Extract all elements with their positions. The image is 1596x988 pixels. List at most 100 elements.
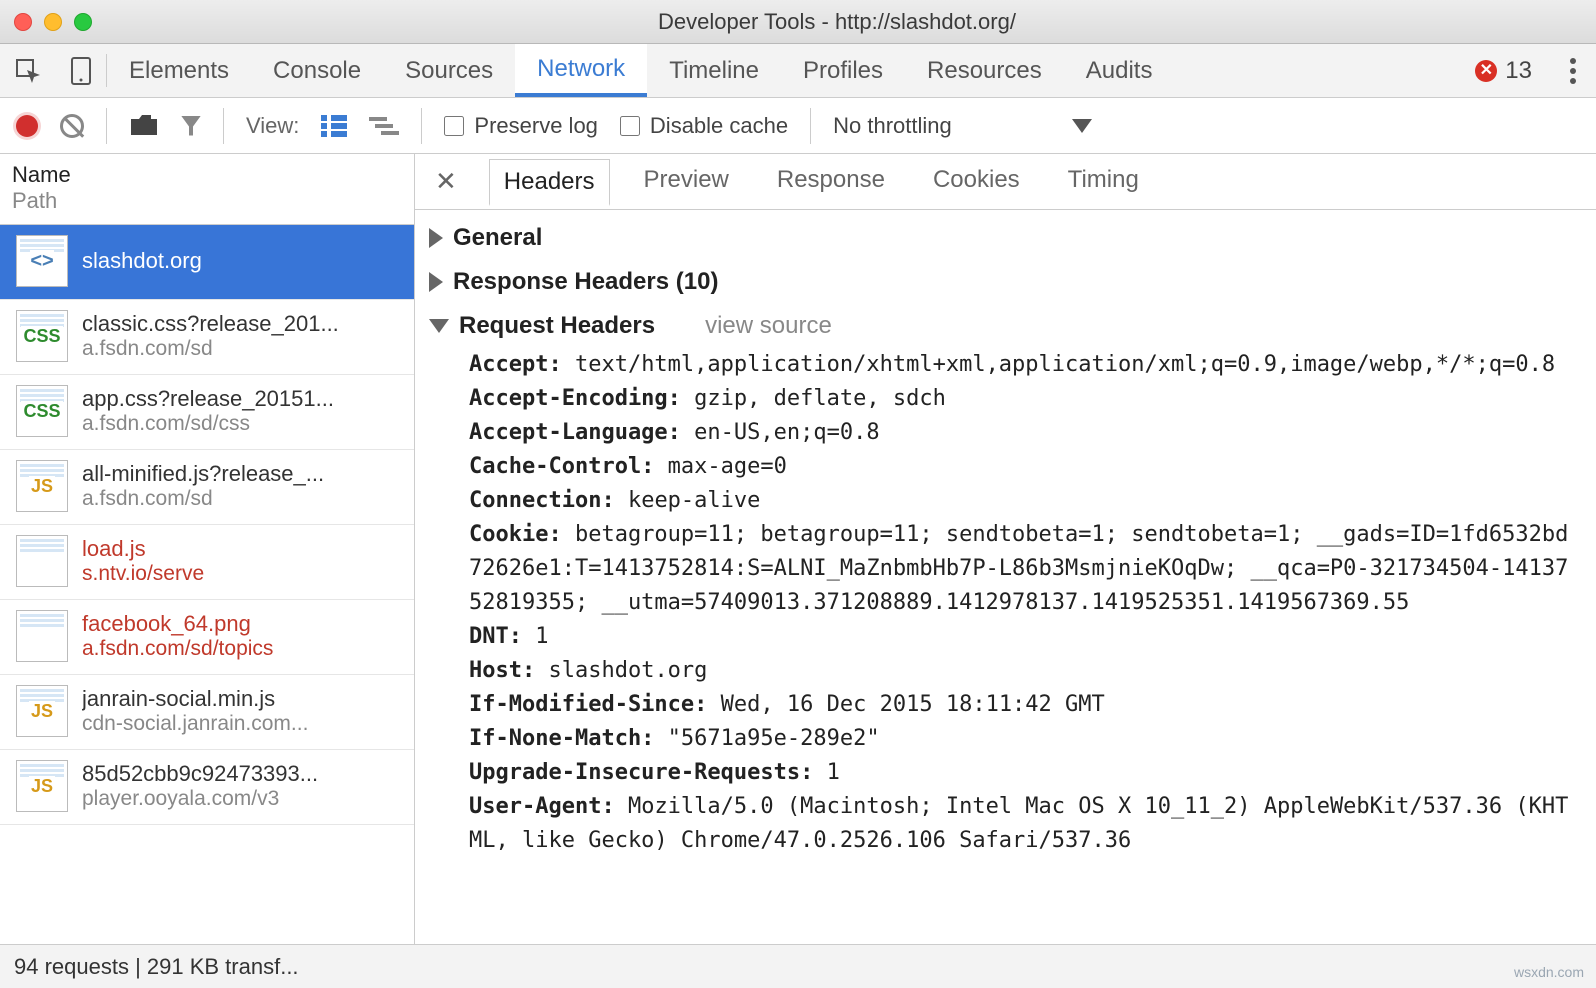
detail-panel: ✕ Headers Preview Response Cookies Timing Ge…	[415, 154, 1596, 944]
header-value: text/html,application/xhtml+xml,applicat…	[562, 352, 1555, 377]
request-row[interactable]: <>slashdot.org	[0, 225, 414, 300]
header-value: Wed, 16 Dec 2015 18:11:42 GMT	[707, 692, 1104, 717]
header-key: Accept-Encoding:	[469, 386, 681, 411]
header-key: If-Modified-Since:	[469, 692, 707, 717]
tab-sources[interactable]: Sources	[383, 44, 515, 97]
status-text: 94 requests | 291 KB transf...	[14, 954, 299, 980]
minimize-window-icon[interactable]	[44, 13, 62, 31]
header-key: Connection:	[469, 488, 615, 513]
tab-profiles[interactable]: Profiles	[781, 44, 905, 97]
header-key: Accept-Language:	[469, 420, 681, 445]
section-response-headers[interactable]: Response Headers (10)	[429, 260, 1582, 304]
section-general[interactable]: General	[429, 216, 1582, 260]
header-value: max-age=0	[654, 454, 786, 479]
header-row: Accept: text/html,application/xhtml+xml,…	[469, 348, 1572, 382]
tab-timeline[interactable]: Timeline	[647, 44, 781, 97]
detail-tab-response[interactable]: Response	[763, 158, 899, 205]
view-source-link[interactable]: view source	[705, 312, 832, 340]
error-count-value: 13	[1505, 57, 1532, 85]
header-row: Cache-Control: max-age=0	[469, 450, 1572, 484]
header-key: If-None-Match:	[469, 726, 654, 751]
tab-audits[interactable]: Audits	[1064, 44, 1175, 97]
tab-network[interactable]: Network	[515, 44, 647, 97]
disable-cache-checkbox[interactable]: Disable cache	[620, 113, 788, 139]
tab-resources[interactable]: Resources	[905, 44, 1064, 97]
header-row: If-Modified-Since: Wed, 16 Dec 2015 18:1…	[469, 688, 1572, 722]
tab-elements[interactable]: Elements	[107, 44, 251, 97]
request-row[interactable]: JS85d52cbb9c92473393...player.ooyala.com…	[0, 750, 414, 825]
detail-tab-headers[interactable]: Headers	[489, 159, 610, 206]
request-path: a.fsdn.com/sd/css	[82, 412, 334, 436]
header-key: User-Agent:	[469, 794, 615, 819]
request-row[interactable]: load.jss.ntv.io/serve	[0, 525, 414, 600]
chevron-down-icon	[1072, 119, 1092, 133]
css-file-icon: CSS	[16, 310, 68, 362]
request-name: app.css?release_20151...	[82, 386, 334, 412]
request-path: player.ooyala.com/v3	[82, 787, 318, 811]
section-request-headers[interactable]: Request Headers view source	[429, 304, 1582, 348]
request-row[interactable]: facebook_64.pnga.fsdn.com/sd/topics	[0, 600, 414, 675]
header-row: Accept-Language: en-US,en;q=0.8	[469, 416, 1572, 450]
section-general-title: General	[453, 224, 542, 252]
header-key: DNT:	[469, 624, 522, 649]
header-row: User-Agent: Mozilla/5.0 (Macintosh; Inte…	[469, 790, 1572, 858]
detail-tab-cookies[interactable]: Cookies	[919, 158, 1034, 205]
record-icon[interactable]	[16, 115, 38, 137]
request-path: a.fsdn.com/sd	[82, 487, 324, 511]
request-name: load.js	[82, 536, 204, 562]
request-name: classic.css?release_201...	[82, 311, 339, 337]
header-value: keep-alive	[615, 488, 761, 513]
disable-cache-label: Disable cache	[650, 113, 788, 139]
device-icon[interactable]	[56, 44, 106, 97]
js-file-icon: JS	[16, 460, 68, 512]
header-value: en-US,en;q=0.8	[681, 420, 880, 445]
request-row[interactable]: JSjanrain-social.min.jscdn-social.janrai…	[0, 675, 414, 750]
detail-tab-preview[interactable]: Preview	[630, 158, 743, 205]
html-file-icon: <>	[16, 235, 68, 287]
js-file-icon: JS	[16, 685, 68, 737]
close-window-icon[interactable]	[14, 13, 32, 31]
screenshot-icon[interactable]	[129, 115, 159, 137]
preserve-log-label: Preserve log	[474, 113, 598, 139]
triangle-down-icon	[429, 319, 449, 333]
file-icon	[16, 535, 68, 587]
request-row[interactable]: JSall-minified.js?release_...a.fsdn.com/…	[0, 450, 414, 525]
request-row[interactable]: CSSapp.css?release_20151...a.fsdn.com/sd…	[0, 375, 414, 450]
zoom-window-icon[interactable]	[74, 13, 92, 31]
filter-icon[interactable]	[181, 116, 201, 136]
waterfall-icon[interactable]	[369, 115, 399, 137]
header-row: Cookie: betagroup=11; betagroup=11; send…	[469, 518, 1572, 620]
preserve-log-checkbox[interactable]: Preserve log	[444, 113, 598, 139]
request-name: janrain-social.min.js	[82, 686, 308, 712]
view-label: View:	[246, 113, 299, 139]
inspect-icon[interactable]	[0, 44, 56, 97]
section-request-title: Request Headers	[459, 312, 655, 340]
header-row: Host: slashdot.org	[469, 654, 1572, 688]
header-row: If-None-Match: "5671a95e-289e2"	[469, 722, 1572, 756]
clear-icon[interactable]	[60, 114, 84, 138]
request-list-header[interactable]: Name Path	[0, 154, 414, 225]
large-rows-icon[interactable]	[321, 115, 347, 137]
triangle-right-icon	[429, 228, 443, 248]
header-key: Accept:	[469, 352, 562, 377]
main-tab-bar: ElementsConsoleSourcesNetworkTimelinePro…	[0, 44, 1596, 98]
header-value: "5671a95e-289e2"	[654, 726, 879, 751]
error-icon: ✕	[1475, 60, 1497, 82]
header-value: gzip, deflate, sdch	[681, 386, 946, 411]
overflow-menu-icon[interactable]	[1550, 44, 1596, 97]
status-bar: 94 requests | 291 KB transf...	[0, 944, 1596, 988]
error-count[interactable]: ✕ 13	[1457, 44, 1550, 97]
header-key: Upgrade-Insecure-Requests:	[469, 760, 813, 785]
triangle-right-icon	[429, 272, 443, 292]
request-row[interactable]: CSSclassic.css?release_201...a.fsdn.com/…	[0, 300, 414, 375]
file-icon	[16, 610, 68, 662]
throttling-select[interactable]: No throttling	[833, 113, 1092, 139]
throttling-value: No throttling	[833, 113, 952, 139]
detail-tabs: ✕ Headers Preview Response Cookies Timing	[415, 154, 1596, 210]
tab-console[interactable]: Console	[251, 44, 383, 97]
network-toolbar: View: Preserve log Disable cache No thro…	[0, 98, 1596, 154]
header-key: Cookie:	[469, 522, 562, 547]
detail-tab-timing[interactable]: Timing	[1054, 158, 1153, 205]
close-icon[interactable]: ✕	[427, 166, 465, 197]
header-value: slashdot.org	[535, 658, 707, 683]
